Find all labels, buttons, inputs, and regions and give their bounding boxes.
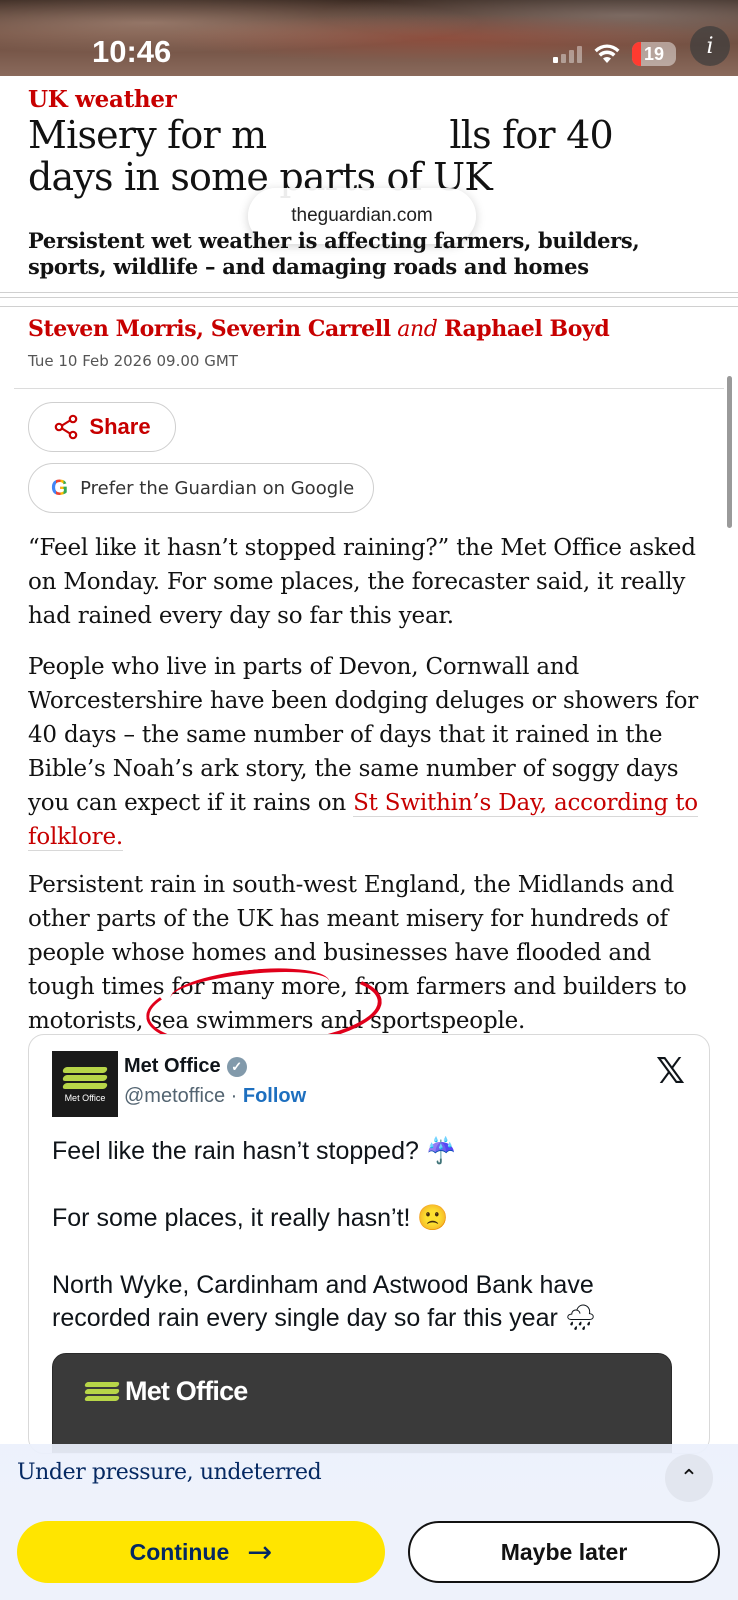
info-icon[interactable]: i [690, 26, 730, 66]
author-link[interactable]: Raphael Boyd [444, 316, 610, 342]
avatar-label: Met Office [64, 1093, 106, 1103]
arrow-right-icon: → [247, 1534, 273, 1570]
met-office-logo-icon [61, 1065, 109, 1091]
tweet-text-line: For some places, it really hasn’t! 🙁 [52, 1202, 692, 1235]
chevron-up-icon[interactable]: ⌃ [665, 1454, 713, 1502]
divider [14, 388, 724, 389]
paragraph: “Feel like it hasn’t stopped raining?” t… [28, 535, 696, 629]
share-button[interactable]: Share [28, 402, 176, 452]
banner-title: Under pressure, undeterred [17, 1460, 322, 1485]
support-banner-header: Under pressure, undeterred ⌃ [0, 1444, 738, 1506]
continue-button[interactable]: Continue → [17, 1521, 385, 1583]
battery-icon: 19 [632, 42, 676, 66]
tweet-media-card[interactable]: Met Office [52, 1353, 672, 1453]
umbrella-rain-icon: ☔ [425, 1137, 457, 1165]
frowning-face-icon: 🙁 [417, 1204, 449, 1232]
follow-button[interactable]: Follow [243, 1085, 306, 1107]
divider [0, 306, 738, 307]
met-office-logo-icon [84, 1381, 120, 1403]
author-link[interactable]: Severin Carrell [211, 316, 391, 342]
paragraph: People who live in parts of Devon, Cornw… [28, 654, 699, 851]
verified-badge-icon: ✓ [226, 1056, 247, 1077]
x-logo-icon[interactable]: 𝕏 [656, 1051, 685, 1092]
tweet-author-name[interactable]: Met Office ✓ [124, 1055, 247, 1078]
section-kicker[interactable]: UK weather [28, 86, 177, 113]
dateline: Tue 10 Feb 2026 09.00 GMT [28, 352, 238, 370]
headline: Misery for m lls for 40 days in some part… [28, 114, 718, 198]
maybe-later-button[interactable]: Maybe later [408, 1521, 720, 1583]
battery-level: 19 [643, 43, 665, 64]
prefer-guardian-google-button[interactable]: G Prefer the Guardian on Google [28, 463, 374, 513]
support-banner-actions: Continue → Maybe later [0, 1506, 738, 1600]
wifi-icon [594, 44, 620, 63]
google-icon: G [51, 475, 69, 500]
status-bar: 10:46 19 i [0, 0, 738, 76]
tweet-text-line: Feel like the rain hasn’t stopped? ☔ [52, 1135, 692, 1168]
rain-cloud-icon: 🌧 [564, 1304, 597, 1332]
divider [0, 292, 738, 298]
continue-label: Continue [129, 1538, 230, 1565]
scrollbar[interactable] [727, 376, 732, 528]
status-time: 10:46 [92, 34, 172, 69]
standfirst: Persistent wet weather is affecting farm… [28, 228, 640, 279]
cellular-signal-icon [553, 45, 582, 63]
google-button-label: Prefer the Guardian on Google [80, 477, 355, 499]
share-icon [55, 414, 78, 440]
avatar[interactable]: Met Office [52, 1051, 118, 1117]
tweet-text-line: North Wyke, Cardinham and Astwood Bank h… [52, 1269, 692, 1335]
met-office-brand: Met Office [84, 1376, 248, 1407]
headline-line1-end: lls for 40 [449, 113, 613, 157]
byline: Steven Morris, Severin Carrell and Rapha… [28, 316, 610, 342]
status-icons: 19 [553, 40, 676, 68]
author-link[interactable]: Steven Morris [28, 316, 197, 342]
embedded-tweet[interactable]: Met Office Met Office ✓ @metoffice · Fol… [28, 1034, 710, 1454]
share-label: Share [89, 414, 151, 439]
headline-line1-start: Misery for m [28, 113, 267, 157]
tweet-handle: @metoffice · Follow [124, 1085, 307, 1107]
